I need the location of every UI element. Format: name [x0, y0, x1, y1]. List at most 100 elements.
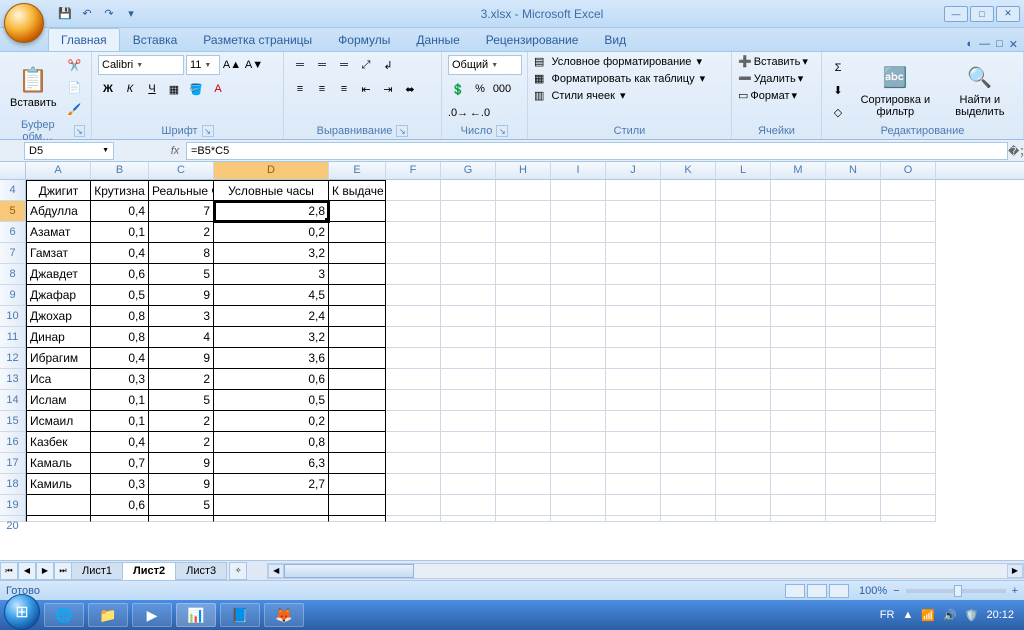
cell[interactable] — [826, 327, 881, 348]
wrap-text-button[interactable]: ↲ — [378, 55, 398, 75]
cell[interactable] — [771, 390, 826, 411]
cell[interactable] — [329, 432, 386, 453]
cell[interactable]: Джохар — [26, 306, 91, 327]
cell[interactable] — [826, 264, 881, 285]
cell[interactable] — [329, 495, 386, 516]
cell[interactable] — [826, 306, 881, 327]
undo-button[interactable]: ↶ — [78, 5, 96, 23]
cell[interactable] — [386, 369, 441, 390]
cell[interactable] — [441, 516, 496, 522]
cell[interactable] — [606, 453, 661, 474]
fill-button[interactable]: ⬇ — [828, 80, 848, 100]
align-center-button[interactable]: ≡ — [312, 79, 332, 99]
cell[interactable]: Исмаил — [26, 411, 91, 432]
col-header-H[interactable]: H — [496, 162, 551, 179]
help-icon[interactable]: ◐ — [966, 38, 973, 51]
clock[interactable]: 20:12 — [986, 609, 1014, 621]
col-header-O[interactable]: O — [881, 162, 936, 179]
row-header[interactable]: 12 — [0, 348, 26, 369]
cell[interactable]: 5 — [149, 495, 214, 516]
taskbar-media[interactable]: ▶ — [132, 603, 172, 627]
cell[interactable] — [661, 285, 716, 306]
cell[interactable] — [826, 495, 881, 516]
cell[interactable] — [881, 474, 936, 495]
cell[interactable]: 9 — [149, 285, 214, 306]
cell[interactable] — [716, 411, 771, 432]
sheet-tab[interactable]: Лист1 — [71, 562, 123, 580]
ribbon-close-icon[interactable]: ✕ — [1009, 38, 1018, 51]
fill-color-button[interactable]: 🪣 — [186, 79, 206, 99]
cell[interactable] — [771, 369, 826, 390]
cell[interactable] — [441, 327, 496, 348]
tray-icon[interactable]: ▲ — [902, 609, 913, 621]
decrease-decimal-button[interactable]: ←.0 — [470, 103, 490, 123]
cell[interactable] — [441, 453, 496, 474]
copy-button[interactable]: 📄 — [65, 77, 85, 97]
select-all-button[interactable] — [0, 162, 26, 179]
cell[interactable] — [606, 516, 661, 522]
dialog-launcher-icon[interactable]: ↘ — [74, 125, 85, 137]
font-color-button[interactable]: A — [208, 79, 228, 99]
cell[interactable]: Джигит — [26, 180, 91, 201]
ribbon-tab-2[interactable]: Разметка страницы — [190, 28, 325, 51]
border-button[interactable]: ▦ — [164, 79, 184, 99]
cell[interactable] — [826, 348, 881, 369]
zoom-level[interactable]: 100% — [859, 585, 887, 597]
cell[interactable] — [826, 369, 881, 390]
cell[interactable] — [551, 306, 606, 327]
grow-font-button[interactable]: A▲ — [222, 55, 242, 75]
cell[interactable] — [496, 264, 551, 285]
spreadsheet-grid[interactable]: ABCDEFGHIJKLMNO 4ДжигитКрутизнаРеальные … — [0, 162, 1024, 560]
cell[interactable] — [441, 495, 496, 516]
cell[interactable] — [386, 474, 441, 495]
cell[interactable] — [441, 222, 496, 243]
cell[interactable] — [661, 432, 716, 453]
cell[interactable]: 3,2 — [214, 327, 329, 348]
cell[interactable] — [441, 474, 496, 495]
network-icon[interactable]: 📶 — [921, 609, 935, 622]
cell[interactable] — [606, 390, 661, 411]
cell[interactable] — [386, 285, 441, 306]
cell[interactable] — [149, 516, 214, 522]
cell[interactable] — [551, 432, 606, 453]
taskbar-word[interactable]: 📘 — [220, 603, 260, 627]
cell[interactable]: 9 — [149, 474, 214, 495]
cell[interactable] — [386, 180, 441, 201]
cell[interactable] — [826, 411, 881, 432]
cell[interactable] — [329, 369, 386, 390]
cell[interactable] — [441, 306, 496, 327]
redo-button[interactable]: ↷ — [100, 5, 118, 23]
cell[interactable] — [606, 411, 661, 432]
row-header[interactable]: 7 — [0, 243, 26, 264]
cell[interactable] — [661, 390, 716, 411]
cell-styles-button[interactable]: ▥ Стили ячеек ▾ — [534, 89, 725, 102]
cell[interactable] — [496, 243, 551, 264]
cell[interactable] — [496, 306, 551, 327]
col-header-E[interactable]: E — [329, 162, 386, 179]
clear-button[interactable]: ◇ — [828, 102, 848, 122]
cell[interactable] — [881, 495, 936, 516]
cell[interactable] — [661, 474, 716, 495]
tray-shield-icon[interactable]: 🛡️ — [965, 609, 979, 622]
cell[interactable] — [91, 516, 149, 522]
cell[interactable] — [386, 411, 441, 432]
format-as-table-button[interactable]: ▦ Форматировать как таблицу ▾ — [534, 72, 725, 85]
qat-customize[interactable]: ▾ — [122, 5, 140, 23]
cell[interactable] — [606, 264, 661, 285]
row-header[interactable]: 18 — [0, 474, 26, 495]
cell[interactable] — [881, 285, 936, 306]
minimize-button[interactable]: — — [944, 6, 968, 22]
bold-button[interactable]: Ж — [98, 79, 118, 99]
cell[interactable] — [716, 432, 771, 453]
row-header[interactable]: 10 — [0, 306, 26, 327]
cell[interactable] — [551, 222, 606, 243]
cell[interactable] — [606, 306, 661, 327]
last-sheet-button[interactable]: ⏭ — [54, 562, 72, 580]
cell[interactable] — [771, 474, 826, 495]
cell[interactable] — [496, 180, 551, 201]
row-header[interactable]: 11 — [0, 327, 26, 348]
insert-cells-button[interactable]: ➕ Вставить ▾ — [738, 55, 815, 68]
sheet-tab[interactable]: Лист3 — [175, 562, 227, 580]
row-header[interactable]: 20 — [0, 516, 26, 522]
cell[interactable] — [661, 264, 716, 285]
